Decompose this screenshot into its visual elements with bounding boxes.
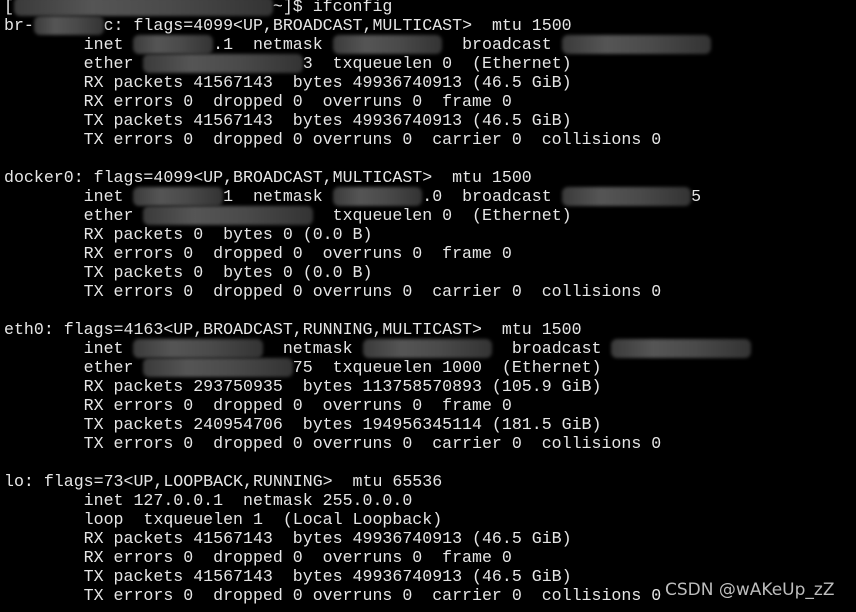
terminal-line: br- c: flags=4099<UP,BROADCAST,MULTICAST… — [4, 16, 751, 35]
redacted-text — [133, 35, 214, 54]
terminal-text: .0 broadcast — [422, 187, 562, 206]
terminal-line: RX errors 0 dropped 0 overruns 0 frame 0 — [4, 396, 751, 415]
terminal-text: ether — [4, 206, 144, 225]
terminal-text: RX packets 0 bytes 0 (0.0 B) — [4, 225, 373, 244]
terminal-line: RX packets 293750935 bytes 113758570893 … — [4, 377, 751, 396]
terminal-text: txqueuelen 0 (Ethernet) — [312, 206, 572, 225]
terminal-text: RX errors 0 dropped 0 overruns 0 frame 0 — [4, 244, 512, 263]
terminal-line: TX packets 0 bytes 0 (0.0 B) — [4, 263, 751, 282]
terminal-line: ether txqueuelen 0 (Ethernet) — [4, 206, 751, 225]
terminal-text: 3 txqueuelen 0 (Ethernet) — [302, 54, 572, 73]
terminal-text: loop txqueuelen 1 (Local Loopback) — [4, 510, 443, 529]
redacted-text — [133, 187, 224, 206]
terminal-text: broadcast — [491, 339, 612, 358]
terminal-text: netmask — [262, 339, 363, 358]
terminal-text: ether — [4, 54, 144, 73]
redacted-text — [561, 187, 692, 206]
terminal-line: lo: flags=73<UP,LOOPBACK,RUNNING> mtu 65… — [4, 472, 751, 491]
terminal-text: lo: flags=73<UP,LOOPBACK,RUNNING> mtu 65… — [4, 472, 443, 491]
terminal-line: RX errors 0 dropped 0 overruns 0 frame 0 — [4, 244, 751, 263]
terminal-line: RX packets 41567143 bytes 49936740913 (4… — [4, 529, 751, 548]
redacted-text — [332, 35, 443, 54]
terminal-output[interactable]: [ ~]$ ifconfig br- c: flags=4099<UP,BROAD… — [4, 0, 751, 605]
terminal-line: inet 1 netmask .0 broadcast 5 — [4, 187, 751, 206]
terminal-text: RX errors 0 dropped 0 overruns 0 frame 0 — [4, 396, 512, 415]
terminal-line: RX errors 0 dropped 0 overruns 0 frame 0 — [4, 92, 751, 111]
redacted-text — [143, 54, 303, 73]
redacted-text — [143, 206, 313, 225]
terminal-text: ether — [4, 358, 144, 377]
terminal-text: RX packets 41567143 bytes 49936740913 (4… — [4, 529, 572, 548]
terminal-text: TX packets 240954706 bytes 194956345114 … — [4, 415, 602, 434]
terminal-text: TX errors 0 dropped 0 overruns 0 carrier… — [4, 130, 662, 149]
terminal-line: RX errors 0 dropped 0 overruns 0 frame 0 — [4, 548, 751, 567]
redacted-text — [362, 339, 492, 358]
terminal-text: br- — [4, 16, 34, 35]
terminal-text: RX packets 41567143 bytes 49936740913 (4… — [4, 73, 572, 92]
redacted-text — [133, 339, 263, 358]
terminal-text: RX errors 0 dropped 0 overruns 0 frame 0 — [4, 92, 512, 111]
terminal-text: TX packets 0 bytes 0 (0.0 B) — [4, 263, 373, 282]
terminal-text: inet — [4, 339, 134, 358]
terminal-text: RX packets 293750935 bytes 113758570893 … — [4, 377, 602, 396]
terminal-line: inet netmask broadcast — [4, 339, 751, 358]
terminal-text: docker0: flags=4099<UP,BROADCAST,MULTICA… — [4, 168, 532, 187]
terminal-text: inet 127.0.0.1 netmask 255.0.0.0 — [4, 491, 413, 510]
terminal-line: TX errors 0 dropped 0 overruns 0 carrier… — [4, 434, 751, 453]
terminal-line: TX packets 41567143 bytes 49936740913 (4… — [4, 111, 751, 130]
terminal-line: eth0: flags=4163<UP,BROADCAST,RUNNING,MU… — [4, 320, 751, 339]
watermark: CSDN @wAKeUp_zZ — [665, 580, 839, 600]
terminal-text: .1 netmask — [213, 35, 333, 54]
terminal-text: TX packets 41567143 bytes 49936740913 (4… — [4, 567, 572, 586]
terminal-line: RX packets 0 bytes 0 (0.0 B) — [4, 225, 751, 244]
terminal-line: RX packets 41567143 bytes 49936740913 (4… — [4, 73, 751, 92]
terminal-text: 5 — [691, 187, 702, 206]
terminal-line: loop txqueuelen 1 (Local Loopback) — [4, 510, 751, 529]
terminal-line: ether 3 txqueuelen 0 (Ethernet) — [4, 54, 751, 73]
redacted-text — [332, 187, 423, 206]
terminal-text: TX errors 0 dropped 0 overruns 0 carrier… — [4, 586, 662, 605]
terminal-text: RX errors 0 dropped 0 overruns 0 frame 0 — [4, 548, 512, 567]
terminal-text: 1 netmask — [223, 187, 333, 206]
terminal-text: [ — [4, 0, 14, 16]
redacted-text — [33, 16, 104, 35]
terminal-line: [ ~]$ ifconfig — [4, 0, 751, 16]
terminal-text: broadcast — [442, 35, 562, 54]
redacted-text — [561, 35, 712, 54]
redacted-text — [611, 339, 751, 358]
terminal-line: ether 75 txqueuelen 1000 (Ethernet) — [4, 358, 751, 377]
terminal-text: TX errors 0 dropped 0 overruns 0 carrier… — [4, 282, 662, 301]
redacted-text — [13, 0, 273, 16]
terminal-line: inet .1 netmask broadcast — [4, 35, 751, 54]
terminal-line: TX errors 0 dropped 0 overruns 0 carrier… — [4, 282, 751, 301]
terminal-line: TX packets 41567143 bytes 49936740913 (4… — [4, 567, 751, 586]
terminal-text: inet — [4, 187, 134, 206]
terminal-text: 75 txqueuelen 1000 (Ethernet) — [292, 358, 602, 377]
terminal-text: ~]$ ifconfig — [272, 0, 393, 16]
redacted-text — [143, 358, 293, 377]
terminal-text: c: flags=4099<UP,BROADCAST,MULTICAST> mt… — [103, 16, 572, 35]
terminal-text: TX errors 0 dropped 0 overruns 0 carrier… — [4, 434, 662, 453]
terminal-line: TX packets 240954706 bytes 194956345114 … — [4, 415, 751, 434]
terminal-text: TX packets 41567143 bytes 49936740913 (4… — [4, 111, 572, 130]
terminal-text: eth0: flags=4163<UP,BROADCAST,RUNNING,MU… — [4, 320, 582, 339]
terminal-line: inet 127.0.0.1 netmask 255.0.0.0 — [4, 491, 751, 510]
terminal-text: inet — [4, 35, 134, 54]
terminal-line: docker0: flags=4099<UP,BROADCAST,MULTICA… — [4, 168, 751, 187]
terminal-line: TX errors 0 dropped 0 overruns 0 carrier… — [4, 130, 751, 149]
terminal-line: TX errors 0 dropped 0 overruns 0 carrier… — [4, 586, 751, 605]
